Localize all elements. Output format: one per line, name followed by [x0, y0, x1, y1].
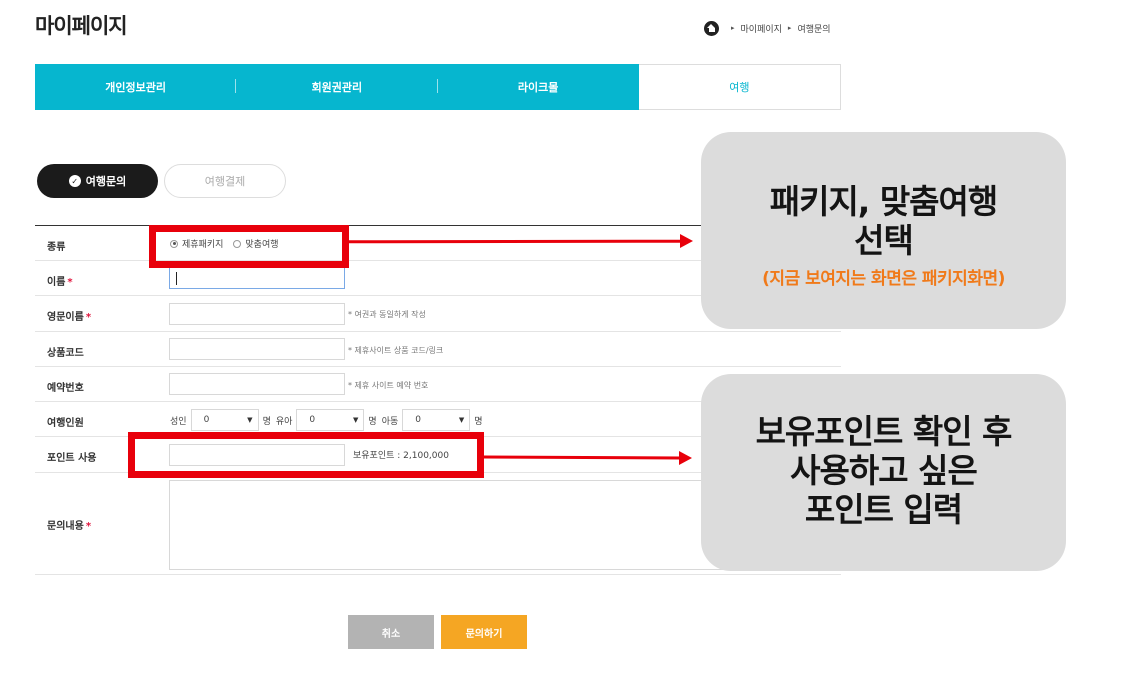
adult-select[interactable]: 0 ▼ [190, 409, 259, 431]
subtab-label: 여행문의 [85, 175, 127, 188]
unit-label: 명 [474, 416, 483, 427]
form-row-product-code: 상품코드 * 제휴사이트 상품 코드/링크 [35, 332, 841, 367]
callout-b-line3: 포인트 입력 [804, 490, 963, 529]
highlight-box-type [149, 225, 349, 268]
caret-down-icon: ▼ [247, 416, 253, 424]
travelers-label: 여행인원 [47, 418, 84, 429]
arrow-head-type [680, 234, 693, 248]
child-select[interactable]: 0 ▼ [402, 409, 471, 431]
subtab-travel-payment[interactable]: 여행결제 [164, 164, 286, 198]
callout-b-line2: 사용하고 싶은 [790, 451, 978, 490]
unit-label: 명 [368, 416, 377, 427]
child-label: 아동 [381, 416, 399, 427]
callout-a-note: (지금 보여지는 화면은 패키지화면) [762, 269, 1005, 289]
callout-a-line2: 선택 [854, 221, 914, 260]
chevron-right-icon: ▸ [787, 24, 792, 32]
reservation-input[interactable] [169, 373, 345, 395]
travelers-select-group: 성인 0 ▼ 명 유아 0 ▼ 명 아동 0 ▼ 명 [170, 409, 483, 431]
name-input[interactable] [169, 267, 345, 289]
type-label: 종류 [47, 242, 66, 253]
caret-down-icon: ▼ [458, 416, 465, 424]
highlight-box-points [128, 432, 484, 478]
callout-b-line1: 보유포인트 확인 후 [755, 412, 1013, 451]
tab-membership[interactable]: 회원권관리 [236, 64, 438, 110]
submit-inquiry-button[interactable]: 문의하기 [441, 615, 527, 649]
subtab-travel-inquiry[interactable]: ✓ 여행문의 [37, 164, 158, 198]
product-code-input[interactable] [169, 338, 345, 360]
callout-a-line1: 패키지, 맞춤여행 [769, 182, 999, 221]
eng-name-input[interactable] [169, 303, 345, 325]
breadcrumb-item-mypage[interactable]: 마이페이지 [741, 22, 782, 35]
cancel-button[interactable]: 취소 [348, 615, 434, 649]
breadcrumb: ▸ 마이페이지 ▸ 여행문의 [704, 19, 831, 37]
caret-down-icon: ▼ [353, 416, 359, 424]
product-code-hint: * 제휴사이트 상품 코드/링크 [348, 346, 444, 355]
arrow-line-type [348, 239, 684, 244]
breadcrumb-item-travel-inquiry[interactable]: 여행문의 [797, 22, 830, 35]
product-code-label: 상품코드 [47, 348, 84, 359]
reservation-hint: * 제휴 사이트 예약 번호 [348, 381, 429, 390]
tab-like-mall[interactable]: 라이크몰 [437, 64, 639, 110]
reservation-label: 예약번호 [47, 383, 84, 394]
points-label: 포인트 사용 [47, 453, 97, 464]
home-icon[interactable] [704, 20, 719, 36]
main-tabs: 개인정보관리 회원권관리 라이크몰 여행 [35, 64, 841, 110]
tab-personal-info[interactable]: 개인정보관리 [35, 64, 237, 110]
unit-label: 명 [262, 416, 271, 427]
inquiry-label: 문의내용 * [47, 521, 92, 532]
check-icon: ✓ [68, 175, 81, 187]
infant-select[interactable]: 0 ▼ [296, 409, 365, 431]
eng-name-label: 영문이름 * [47, 312, 92, 323]
chevron-right-icon: ▸ [731, 24, 735, 32]
infant-label: 유아 [275, 416, 293, 427]
eng-name-hint: * 여권과 동일하게 작성 [348, 310, 426, 319]
arrow-head-points [679, 451, 692, 465]
adult-label: 성인 [170, 416, 187, 427]
tab-travel[interactable]: 여행 [638, 64, 841, 110]
callout-type-selection: 패키지, 맞춤여행 선택 (지금 보여지는 화면은 패키지화면) [701, 132, 1066, 329]
callout-points-input: 보유포인트 확인 후 사용하고 싶은 포인트 입력 [701, 374, 1066, 571]
page-title: 마이페이지 [35, 14, 128, 38]
name-label: 이름 * [47, 277, 73, 288]
